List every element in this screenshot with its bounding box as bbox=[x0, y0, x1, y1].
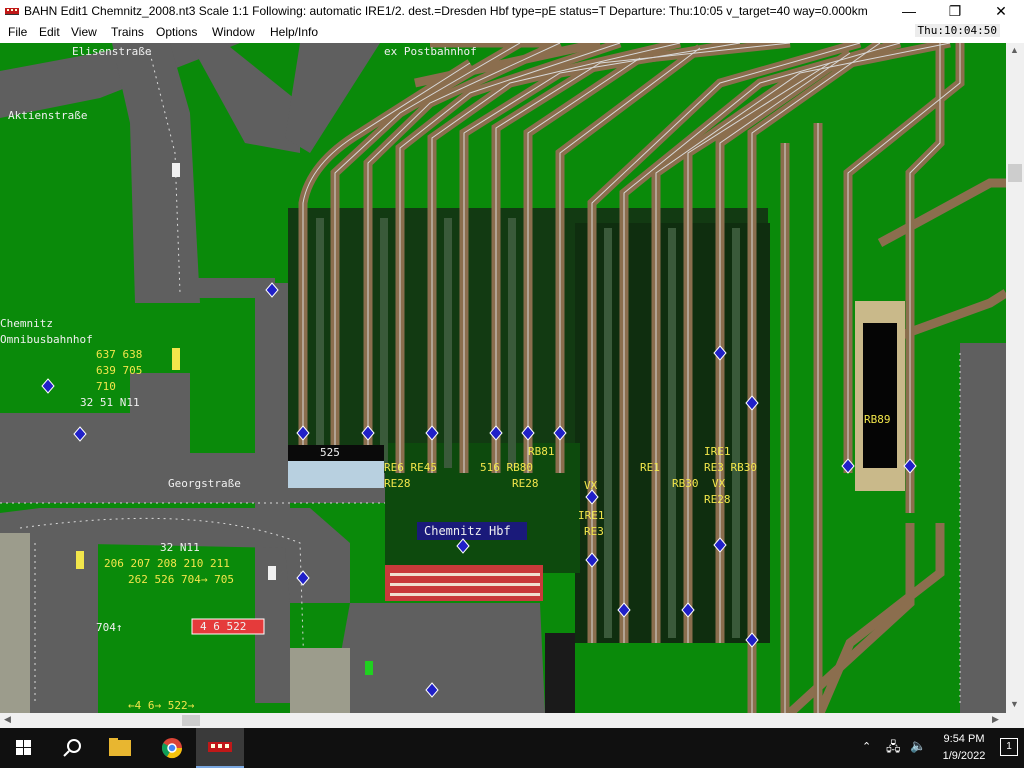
bus-station-name-1: Chemnitz bbox=[0, 317, 53, 330]
bus-routes-2: 639 705 bbox=[96, 364, 143, 377]
platform-label-rb89: RB89 bbox=[864, 413, 891, 426]
bus-vehicle bbox=[172, 163, 180, 177]
minimize-button[interactable]: — bbox=[886, 0, 932, 23]
map-canvas[interactable]: Elisenstraße ex Postbahnhof Aktienstraße… bbox=[0, 43, 1006, 713]
windows-taskbar: ⌃ 🖧 🔈 9:54 PM 1/9/2022 1 bbox=[0, 728, 1024, 768]
horizontal-scroll-thumb[interactable] bbox=[182, 715, 200, 726]
platform-label-vx-a: VX bbox=[584, 479, 598, 492]
windows-start-icon[interactable] bbox=[0, 728, 48, 768]
bus-station-name-2: Omnibusbahnhof bbox=[0, 333, 93, 346]
platform-label-ire1-b: IRE1 bbox=[704, 445, 731, 458]
platform-label-516-rb80: 516 RB80 bbox=[480, 461, 533, 474]
menu-view[interactable]: View bbox=[71, 25, 97, 39]
routes-32-n11: 32 N11 bbox=[160, 541, 200, 554]
menu-trains[interactable]: Trains bbox=[111, 25, 144, 39]
volume-icon[interactable]: 🔈 bbox=[910, 738, 926, 754]
vertical-scroll-thumb[interactable] bbox=[1008, 164, 1022, 182]
search-icon[interactable] bbox=[48, 728, 96, 768]
vertical-scrollbar[interactable]: ▲ ▼ bbox=[1006, 43, 1024, 713]
street-ex-postbahnhof: ex Postbahnhof bbox=[384, 45, 477, 58]
map-drawing bbox=[0, 43, 1006, 713]
routes-704: 704↑ bbox=[96, 621, 123, 634]
tram-sign: 4 6 522 bbox=[200, 620, 247, 633]
station-name[interactable]: Chemnitz Hbf bbox=[424, 524, 511, 538]
taskbar-date[interactable]: 1/9/2022 bbox=[938, 750, 990, 762]
scroll-right-arrow[interactable]: ▶ bbox=[992, 714, 999, 725]
platform-rb89-roof bbox=[863, 323, 897, 468]
street-aktienstrasse: Aktienstraße bbox=[8, 109, 88, 122]
routes-262: 262 526 704→ 705 bbox=[128, 573, 234, 586]
system-tray: ⌃ 🖧 🔈 9:54 PM 1/9/2022 1 bbox=[824, 728, 1024, 768]
platform-label-re28-c: RE28 bbox=[704, 493, 731, 506]
platform-label-rb30-a: RB30 bbox=[672, 477, 699, 490]
car-vehicle bbox=[268, 566, 276, 580]
street-elisenstrasse: Elisenstraße bbox=[72, 45, 152, 58]
menu-edit[interactable]: Edit bbox=[39, 25, 60, 39]
bus-routes-4: 32 51 N11 bbox=[80, 396, 140, 409]
close-button[interactable]: ✕ bbox=[978, 0, 1024, 23]
bus-routes-3: 710 bbox=[96, 380, 116, 393]
scroll-down-arrow[interactable]: ▼ bbox=[1010, 699, 1019, 709]
bus-vehicle-yellow-2 bbox=[76, 551, 84, 569]
platform-label-re3-rb30: RE3 RB30 bbox=[704, 461, 757, 474]
bus-routes-1: 637 638 bbox=[96, 348, 143, 361]
platform-label-re6-re45: RE6 RE45 bbox=[384, 461, 437, 474]
maximize-button[interactable]: ❐ bbox=[932, 0, 978, 23]
menu-help-info[interactable]: Help/Info bbox=[270, 25, 318, 39]
menu-window[interactable]: Window bbox=[212, 25, 255, 39]
bahn-app-taskbar-icon[interactable] bbox=[196, 728, 244, 768]
platform-label-re3-a: RE3 bbox=[584, 525, 604, 538]
platform-label-ire1-a: IRE1 bbox=[578, 509, 605, 522]
notification-icon[interactable]: 1 bbox=[1000, 738, 1018, 756]
platform-label-rb81: RB81 bbox=[528, 445, 555, 458]
scrollbar-corner bbox=[1006, 713, 1024, 728]
file-explorer-icon[interactable] bbox=[96, 728, 144, 768]
platform-label-re1: RE1 bbox=[640, 461, 660, 474]
building-525-label: 525 bbox=[320, 446, 340, 459]
chrome-icon[interactable] bbox=[148, 728, 196, 768]
title-bar: BAHN Edit1 Chemnitz_2008.nt3 Scale 1:1 F… bbox=[0, 0, 1024, 23]
menu-options[interactable]: Options bbox=[156, 25, 197, 39]
building-525-front bbox=[288, 461, 384, 488]
scroll-left-arrow[interactable]: ◀ bbox=[4, 714, 11, 725]
menu-file[interactable]: File bbox=[8, 25, 27, 39]
window-title: BAHN Edit1 Chemnitz_2008.nt3 Scale 1:1 F… bbox=[24, 4, 868, 18]
taskbar-time[interactable]: 9:54 PM bbox=[938, 733, 990, 745]
routes-206: 206 207 208 210 211 bbox=[104, 557, 230, 570]
bahn-app-icon bbox=[5, 8, 19, 15]
scroll-up-arrow[interactable]: ▲ bbox=[1010, 45, 1019, 55]
horizontal-scrollbar[interactable]: ◀ ▶ bbox=[0, 713, 1006, 728]
platform-label-re28-b: RE28 bbox=[512, 477, 539, 490]
platform-label-re28-a: RE28 bbox=[384, 477, 411, 490]
simulation-clock: Thu:10:04:50 bbox=[914, 24, 1000, 37]
tram-vehicle bbox=[365, 661, 373, 675]
street-georgstrasse: Georgstraße bbox=[168, 477, 241, 490]
routes-4-6-522: ←4 6→ 522→ bbox=[128, 699, 195, 712]
platform-label-vx-b: VX bbox=[712, 477, 726, 490]
menu-bar: File Edit View Trains Options Window Hel… bbox=[0, 23, 1024, 43]
bus-vehicle-yellow bbox=[172, 348, 180, 370]
network-icon[interactable]: 🖧 bbox=[886, 738, 901, 760]
chevron-up-icon[interactable]: ⌃ bbox=[862, 740, 871, 753]
